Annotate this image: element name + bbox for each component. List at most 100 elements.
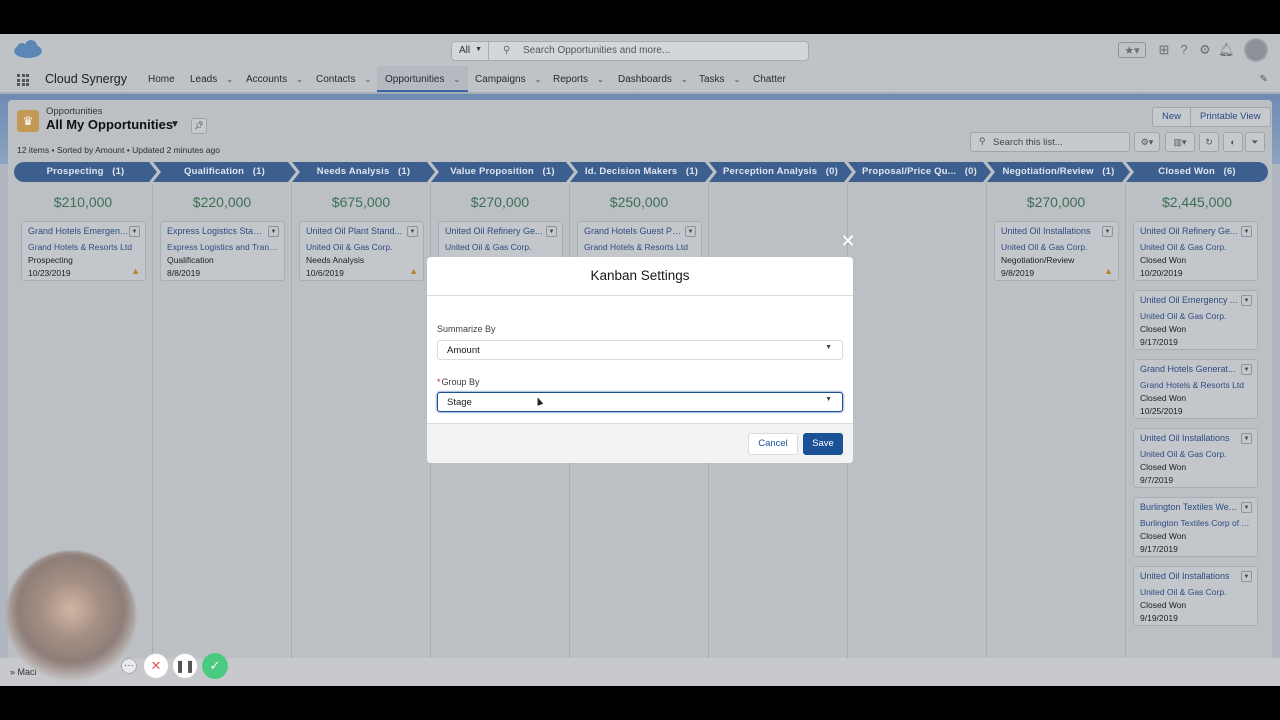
modal-close-icon[interactable]: ✕ — [840, 232, 856, 250]
chevron-down-icon[interactable]: ⌄ — [681, 75, 688, 84]
chevron-down-icon[interactable]: ⌄ — [453, 75, 460, 84]
card-menu-chevron-icon[interactable]: ▼ — [1241, 295, 1252, 306]
card-menu-chevron-icon[interactable]: ▼ — [1241, 502, 1252, 513]
list-settings-gear-icon[interactable]: ⚙▾ — [1134, 132, 1160, 152]
card-menu-chevron-icon[interactable]: ▼ — [407, 226, 418, 237]
pause-recording-icon[interactable]: ❚❚ — [172, 653, 198, 679]
card-account-link[interactable]: United Oil & Gas Corp. — [1140, 242, 1251, 252]
chevron-down-icon[interactable]: ⌄ — [734, 75, 741, 84]
list-view-switcher-chevron-icon[interactable]: ▼ — [170, 119, 180, 130]
card-account-link[interactable]: Grand Hotels & Resorts Ltd — [28, 242, 139, 252]
opportunity-card[interactable]: United Oil Emergency ... United Oil & Ga… — [1133, 290, 1258, 350]
nav-item-contacts[interactable]: Contacts ⌄ — [316, 66, 371, 92]
notifications-bell-icon[interactable]: 🔔︎ — [1218, 42, 1235, 58]
card-account-link[interactable]: Grand Hotels & Resorts Ltd — [1140, 380, 1251, 390]
filter-icon[interactable]: ⏷ — [1245, 132, 1265, 152]
save-button[interactable]: Save — [803, 433, 843, 455]
global-add-icon[interactable]: ⊞ — [1156, 42, 1172, 58]
stage-prospecting[interactable]: Prospecting (1) — [14, 162, 157, 182]
group-by-select[interactable]: Stage ▼ — [437, 392, 843, 412]
delete-recording-icon[interactable]: ✕ — [143, 653, 169, 679]
card-title-link[interactable]: Grand Hotels Generat... — [1140, 364, 1240, 374]
opportunity-card[interactable]: United Oil Installations United Oil & Ga… — [1133, 428, 1258, 488]
nav-item-reports[interactable]: Reports ⌄ — [553, 66, 604, 92]
stage-closed-won[interactable]: Closed Won (6) — [1126, 162, 1268, 182]
refresh-icon[interactable]: ↻ — [1199, 132, 1219, 152]
stage-qualification[interactable]: Qualification (1) — [153, 162, 296, 182]
card-menu-chevron-icon[interactable]: ▼ — [1241, 571, 1252, 582]
card-account-link[interactable]: Express Logistics and Transport — [167, 242, 278, 252]
card-title-link[interactable]: United Oil Refinery Ge... — [445, 226, 545, 236]
global-search-input[interactable]: ⚲ Search Opportunities and more... — [489, 41, 809, 61]
card-account-link[interactable]: Grand Hotels & Resorts Ltd — [584, 242, 695, 252]
stage-needs-analysis[interactable]: Needs Analysis (1) — [292, 162, 435, 182]
card-menu-chevron-icon[interactable]: ▼ — [129, 226, 140, 237]
card-menu-chevron-icon[interactable]: ▼ — [1241, 364, 1252, 375]
nav-item-home[interactable]: Home — [148, 66, 175, 92]
stage-id-decision-makers[interactable]: Id. Decision Makers (1) — [570, 162, 713, 182]
chevron-down-icon[interactable]: ⌄ — [296, 75, 303, 84]
card-title-link[interactable]: Express Logistics Stand... — [167, 226, 267, 236]
finish-recording-icon[interactable]: ✓ — [202, 653, 228, 679]
card-title-link[interactable]: United Oil Plant Stand... — [306, 226, 406, 236]
more-options-icon[interactable]: ··· — [121, 658, 137, 674]
card-menu-chevron-icon[interactable]: ▼ — [1102, 226, 1113, 237]
card-title-link[interactable]: United Oil Installations — [1001, 226, 1101, 236]
nav-item-tasks[interactable]: Tasks ⌄ — [699, 66, 740, 92]
favorites-star-icon[interactable]: ★▾ — [1118, 42, 1146, 58]
stage-proposal-price-quote[interactable]: Proposal/Price Qu... (0) — [848, 162, 991, 182]
stage-negotiation-review[interactable]: Negotiation/Review (1) — [987, 162, 1130, 182]
opportunity-card[interactable]: Grand Hotels Generat... Grand Hotels & R… — [1133, 359, 1258, 419]
nav-item-chatter[interactable]: Chatter — [753, 66, 786, 92]
display-as-kanban-icon[interactable]: ▥▾ — [1165, 132, 1195, 152]
app-launcher-icon[interactable] — [17, 74, 29, 86]
card-menu-chevron-icon[interactable]: ▼ — [546, 226, 557, 237]
card-title-link[interactable]: Grand Hotels Guest Po... — [584, 226, 684, 236]
help-icon[interactable]: ? — [1176, 42, 1192, 58]
opportunity-card[interactable]: Burlington Textiles We... Burlington Tex… — [1133, 497, 1258, 557]
stage-perception-analysis[interactable]: Perception Analysis (0) — [709, 162, 852, 182]
list-view-title[interactable]: All My Opportunities — [46, 117, 173, 132]
nav-item-leads[interactable]: Leads ⌄ — [190, 66, 233, 92]
charts-icon[interactable]: ◐ — [1223, 132, 1243, 152]
printable-view-button[interactable]: Printable View — [1191, 107, 1271, 127]
nav-item-campaigns[interactable]: Campaigns ⌄ — [475, 66, 541, 92]
setup-gear-icon[interactable]: ⚙ — [1197, 42, 1213, 58]
card-menu-chevron-icon[interactable]: ▼ — [1241, 433, 1252, 444]
card-title-link[interactable]: United Oil Installations — [1140, 433, 1240, 443]
opportunity-card[interactable]: Express Logistics Stand... Express Logis… — [160, 221, 285, 281]
pin-icon[interactable]: 📌︎ — [191, 118, 207, 134]
opportunity-card[interactable]: United Oil Installations United Oil & Ga… — [994, 221, 1119, 281]
card-account-link[interactable]: Burlington Textiles Corp of A... — [1140, 518, 1251, 528]
opportunity-card[interactable]: United Oil Refinery Ge... United Oil & G… — [1133, 221, 1258, 281]
card-menu-chevron-icon[interactable]: ▼ — [1241, 226, 1252, 237]
nav-item-accounts[interactable]: Accounts ⌄ — [246, 66, 303, 92]
cancel-button[interactable]: Cancel — [748, 433, 798, 455]
chevron-down-icon[interactable]: ⌄ — [535, 75, 542, 84]
card-menu-chevron-icon[interactable]: ▼ — [268, 226, 279, 237]
card-account-link[interactable]: United Oil & Gas Corp. — [1140, 311, 1251, 321]
stage-value-proposition[interactable]: Value Proposition (1) — [431, 162, 574, 182]
nav-item-dashboards[interactable]: Dashboards ⌄ — [618, 66, 688, 92]
card-title-link[interactable]: Burlington Textiles We... — [1140, 502, 1240, 512]
card-title-link[interactable]: United Oil Refinery Ge... — [1140, 226, 1240, 236]
card-account-link[interactable]: United Oil & Gas Corp. — [1140, 587, 1251, 597]
webcam-bubble[interactable] — [6, 551, 136, 681]
card-account-link[interactable]: United Oil & Gas Corp. — [445, 242, 556, 252]
edit-nav-pencil-icon[interactable]: ✎ — [1260, 74, 1268, 85]
card-title-link[interactable]: United Oil Installations — [1140, 571, 1240, 581]
opportunity-card[interactable]: United Oil Installations United Oil & Ga… — [1133, 566, 1258, 626]
opportunity-card[interactable]: Grand Hotels Emergen... Grand Hotels & R… — [21, 221, 146, 281]
chevron-down-icon[interactable]: ⌄ — [226, 75, 233, 84]
new-button[interactable]: New — [1152, 107, 1192, 127]
card-title-link[interactable]: Grand Hotels Emergen... — [28, 226, 128, 236]
opportunity-card[interactable]: United Oil Plant Stand... United Oil & G… — [299, 221, 424, 281]
search-scope-select[interactable]: All ▼ — [451, 41, 489, 61]
card-account-link[interactable]: United Oil & Gas Corp. — [1140, 449, 1251, 459]
card-account-link[interactable]: United Oil & Gas Corp. — [1001, 242, 1112, 252]
user-avatar[interactable] — [1244, 38, 1268, 62]
card-title-link[interactable]: United Oil Emergency ... — [1140, 295, 1240, 305]
card-menu-chevron-icon[interactable]: ▼ — [685, 226, 696, 237]
summarize-by-select[interactable]: Amount ▼ — [437, 340, 843, 360]
chevron-down-icon[interactable]: ⌄ — [597, 75, 604, 84]
